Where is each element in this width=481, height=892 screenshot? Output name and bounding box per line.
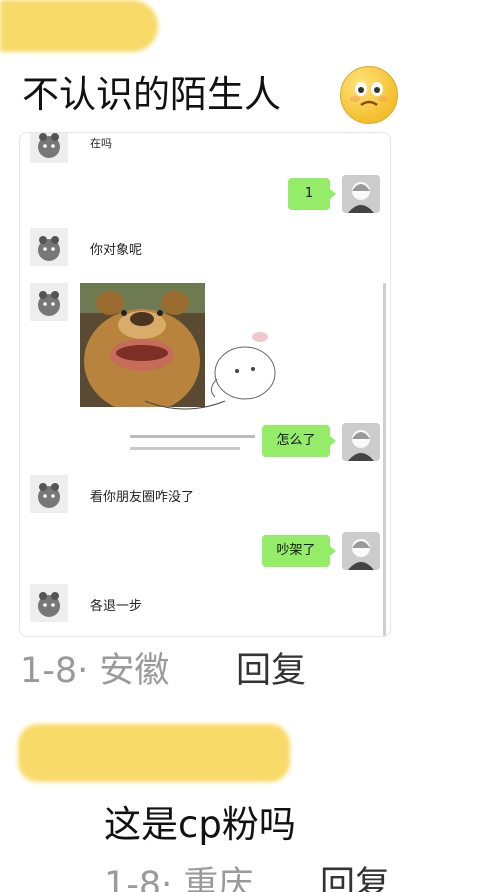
message-text: 各退一步 xyxy=(90,599,143,614)
message-text: 你对象呢 xyxy=(90,243,143,258)
contact-avatar xyxy=(30,133,68,163)
message-bubble: 吵架了 xyxy=(262,535,336,567)
comment-meta: 1-8· 安徽 xyxy=(20,651,170,691)
contact-avatar xyxy=(30,584,68,622)
contact-avatar xyxy=(30,228,68,266)
comment-feed: 不认识的陌生人 在吗 1 你对象呢 怎么了 看你朋友圈咋没了 吵架了 各退一步 … xyxy=(0,0,481,892)
redaction-highlight xyxy=(18,724,290,782)
chat-screenshot: 在吗 1 你对象呢 怎么了 看你朋友圈咋没了 吵架了 各退一步 xyxy=(19,132,391,637)
user-avatar xyxy=(342,175,380,213)
user-avatar xyxy=(342,532,380,570)
comment-meta: 1-8· 重庆 xyxy=(104,865,254,892)
message-text: 看你朋友圈咋没了 xyxy=(90,490,195,505)
message-text: 在吗 xyxy=(90,137,112,150)
user-avatar xyxy=(342,423,380,461)
message-bubble: 1 xyxy=(288,178,336,210)
reply-button[interactable]: 回复 xyxy=(236,648,306,694)
redaction-highlight xyxy=(0,0,158,52)
contact-avatar xyxy=(30,475,68,513)
pleading-face-icon xyxy=(340,66,398,124)
message-bubble: 怎么了 xyxy=(262,425,336,457)
contact-avatar xyxy=(30,283,68,321)
decorative-japanese-caption xyxy=(130,433,270,457)
doodle-drawing xyxy=(144,323,285,433)
comment-text: 不认识的陌生人 xyxy=(22,73,281,116)
reply-button[interactable]: 回复 xyxy=(320,862,390,892)
scrollbar xyxy=(383,283,386,636)
comment-text: 这是cp粉吗 xyxy=(104,803,296,846)
